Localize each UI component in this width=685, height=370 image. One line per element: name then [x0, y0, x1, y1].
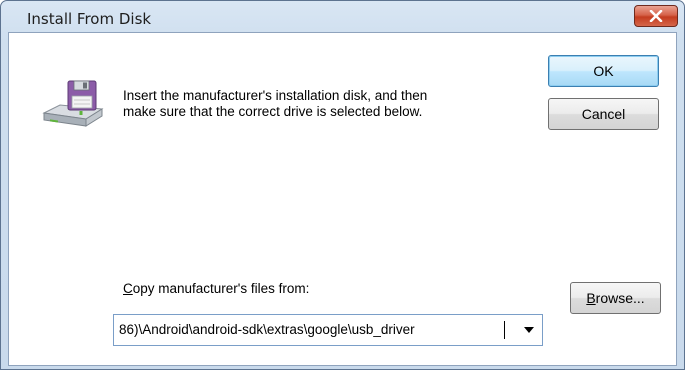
chevron-down-icon[interactable] [524, 327, 534, 333]
disk-drive-icon [42, 80, 104, 127]
text-caret [504, 321, 505, 339]
install-from-disk-dialog: Install From Disk Insert the manufacture… [0, 0, 685, 370]
instruction-line-2: make sure that the correct drive is sele… [123, 104, 423, 119]
ok-button[interactable]: OK [548, 55, 659, 87]
instruction-line-1: Insert the manufacturer's installation d… [123, 88, 428, 103]
cancel-button[interactable]: Cancel [548, 98, 659, 130]
browse-mnemonic: B [586, 290, 596, 306]
window-title: Install From Disk [27, 10, 152, 28]
close-button[interactable] [634, 5, 678, 27]
copy-from-label-mnemonic: C [123, 281, 133, 296]
browse-label: rowse... [595, 290, 645, 306]
copy-from-input[interactable]: 86)\Android\android-sdk\extras\google\us… [119, 322, 415, 337]
instruction-text: Insert the manufacturer's installation d… [123, 88, 543, 120]
copy-from-label-text: opy manufacturer's files from: [132, 281, 310, 296]
copy-from-label: Copy manufacturer's files from: [123, 281, 309, 296]
copy-from-combobox[interactable]: 86)\Android\android-sdk\extras\google\us… [113, 314, 543, 346]
browse-button[interactable]: Browse... [570, 282, 661, 314]
close-icon [649, 10, 663, 22]
